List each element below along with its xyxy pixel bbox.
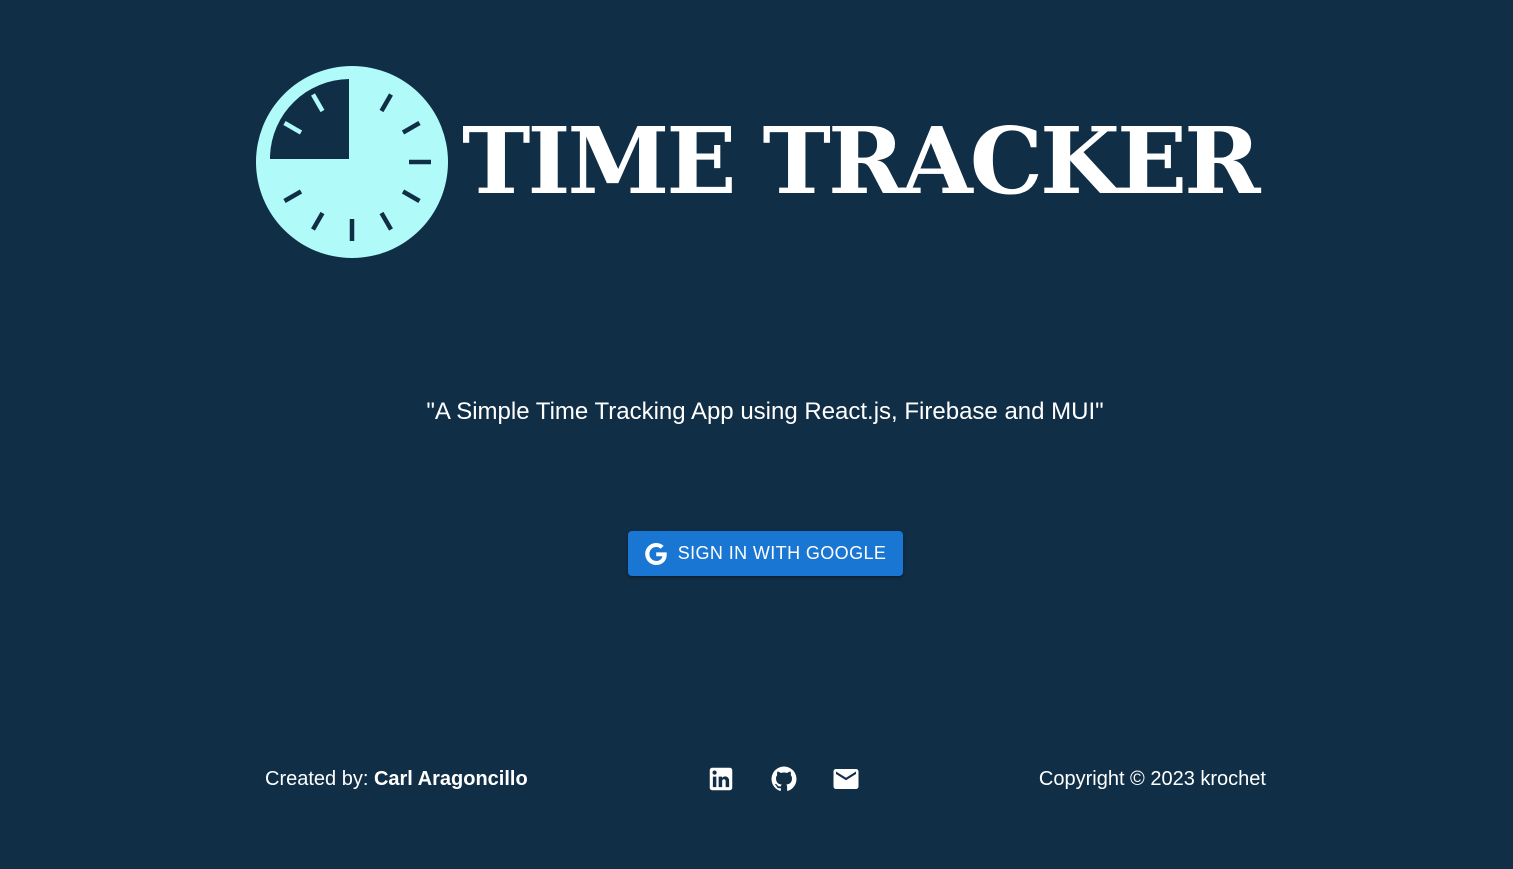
linkedin-icon — [709, 767, 733, 791]
sign-in-label: SIGN IN WITH GOOGLE — [677, 543, 887, 563]
app-title: TIME TRACKER — [462, 107, 1261, 215]
header: TIME TRACKER — [254, 64, 1261, 260]
github-icon — [771, 766, 797, 791]
github-link[interactable] — [769, 764, 799, 794]
email-link[interactable] — [831, 764, 861, 794]
author-name: Carl Aragoncillo — [373, 768, 528, 790]
footer: Created by: Carl Aragoncillo Copyright ©… — [0, 760, 1513, 798]
tagline: "A Simple Time Tracking App using React.… — [426, 398, 1104, 425]
copyright: Copyright © 2023 krochet — [1038, 768, 1266, 790]
google-icon — [644, 542, 667, 565]
email-icon — [833, 769, 859, 789]
clock-icon — [256, 66, 448, 258]
created-by-label: Created by: — [265, 768, 374, 790]
credit: Created by: Carl Aragoncillo — [265, 768, 528, 791]
sign-in-with-google-button[interactable]: SIGN IN WITH GOOGLE — [628, 531, 903, 576]
linkedin-link[interactable] — [706, 764, 736, 794]
